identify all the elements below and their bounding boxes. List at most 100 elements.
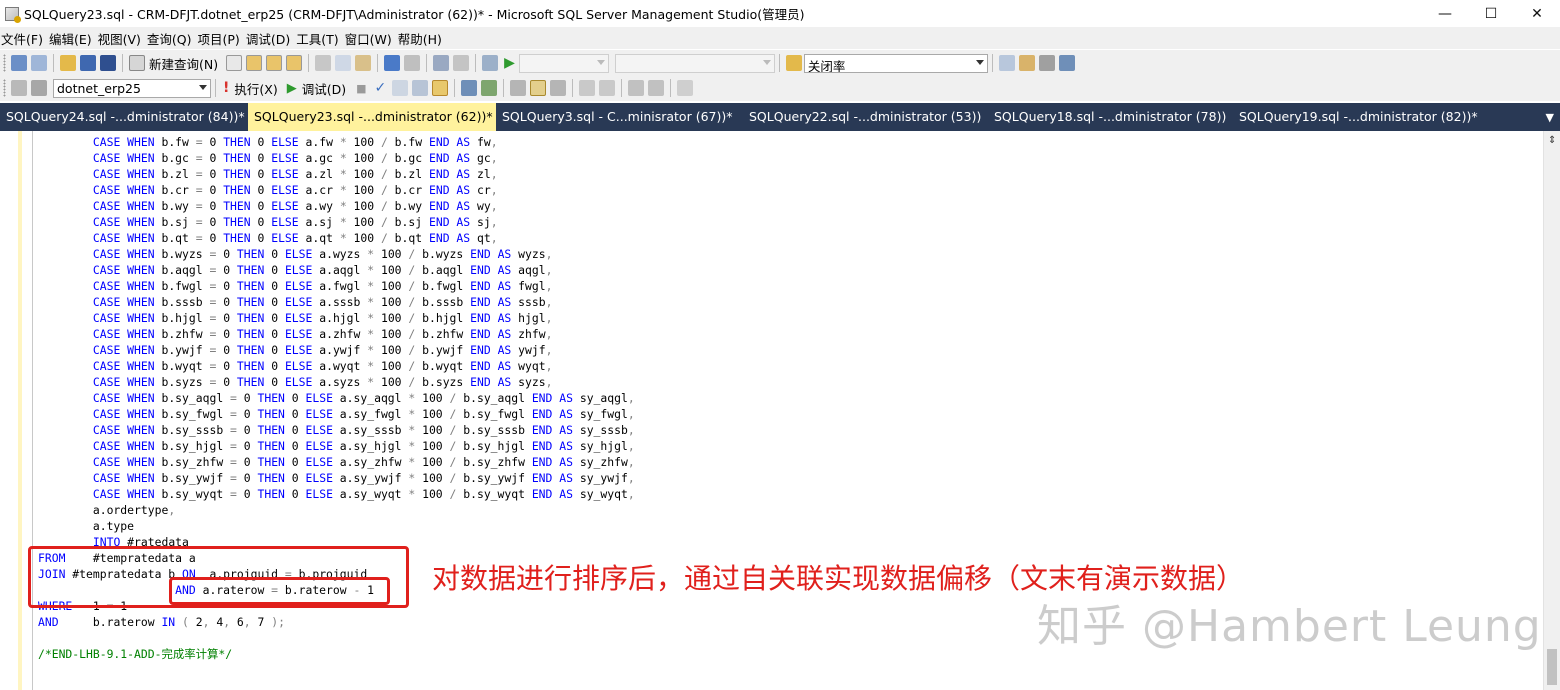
add-item-icon[interactable]	[31, 55, 47, 71]
save-all-icon[interactable]	[100, 55, 116, 71]
connect-icon[interactable]	[11, 80, 27, 96]
menu-edit[interactable]: 编辑(E)	[49, 29, 98, 48]
uncomment-icon[interactable]	[599, 80, 616, 96]
menu-debug[interactable]: 调试(D)	[246, 29, 296, 48]
comment-out-icon[interactable]	[579, 80, 596, 96]
minimize-button[interactable]: —	[1422, 0, 1468, 27]
tab-sqlquery22[interactable]: SQLQuery22.sql -...dministrator (53))	[743, 103, 988, 131]
code-line[interactable]: AND b.raterow IN ( 2, 4, 6, 7 );	[38, 614, 635, 630]
menu-window[interactable]: 窗口(W)	[345, 29, 398, 48]
results-grid-icon[interactable]	[530, 80, 547, 96]
increase-indent-icon[interactable]	[648, 80, 665, 96]
results-to-grid-icon[interactable]	[432, 80, 449, 96]
specify-template-values-icon[interactable]	[677, 80, 694, 96]
new-project-icon[interactable]	[11, 55, 27, 71]
code-line[interactable]: a.ordertype,	[38, 502, 635, 518]
code-line[interactable]: CASE WHEN b.zl = 0 THEN 0 ELSE a.zl * 10…	[38, 166, 635, 182]
include-actual-plan-icon[interactable]	[461, 80, 478, 96]
menu-view[interactable]: 视图(V)	[98, 29, 147, 48]
query-designer-icon[interactable]	[412, 80, 429, 96]
scrollbar-thumb[interactable]	[1547, 649, 1557, 685]
code-line[interactable]: CASE WHEN b.cr = 0 THEN 0 ELSE a.cr * 10…	[38, 182, 635, 198]
menu-file[interactable]: 文件(F)	[0, 29, 49, 48]
menu-project[interactable]: 项目(P)	[198, 29, 246, 48]
redo-icon[interactable]	[404, 55, 421, 71]
cancel-query-icon[interactable]: ■	[356, 82, 366, 95]
tab-sqlquery3[interactable]: SQLQuery3.sql - C...minisrator (67))*	[496, 103, 743, 131]
change-connection-icon[interactable]	[31, 80, 47, 96]
cut-icon[interactable]	[315, 55, 332, 71]
undo-icon[interactable]	[384, 55, 401, 71]
maximize-button[interactable]: ☐	[1468, 0, 1514, 27]
available-databases-combo[interactable]: dotnet_erp25	[53, 78, 211, 98]
solution-explorer-icon[interactable]	[482, 55, 499, 71]
new-query-icon[interactable]	[129, 55, 145, 71]
code-line[interactable]: CASE WHEN b.sy_wyqt = 0 THEN 0 ELSE a.sy…	[38, 486, 635, 502]
split-handle-icon[interactable]: ⇕	[1548, 135, 1556, 146]
tab-sqlquery19[interactable]: SQLQuery19.sql -...dministrator (82))*	[1233, 103, 1523, 131]
analysis-dmx-query-icon[interactable]	[266, 55, 283, 71]
find-in-files-icon[interactable]	[785, 55, 802, 71]
solution-config-combo[interactable]	[518, 53, 609, 73]
menu-help[interactable]: 帮助(H)	[398, 29, 448, 48]
registered-servers-icon[interactable]	[998, 55, 1015, 71]
code-line[interactable]: CASE WHEN b.syzs = 0 THEN 0 ELSE a.syzs …	[38, 374, 635, 390]
results-to-file-icon[interactable]	[550, 80, 567, 96]
code-line[interactable]: CASE WHEN b.sy_aqgl = 0 THEN 0 ELSE a.sy…	[38, 390, 635, 406]
analysis-mdx-query-icon[interactable]	[246, 55, 263, 71]
code-line[interactable]: CASE WHEN b.wyzs = 0 THEN 0 ELSE a.wyzs …	[38, 246, 635, 262]
object-explorer-icon[interactable]	[1018, 55, 1035, 71]
code-line[interactable]: CASE WHEN b.sj = 0 THEN 0 ELSE a.sj * 10…	[38, 214, 635, 230]
database-engine-query-icon[interactable]	[226, 55, 243, 71]
vertical-scrollbar[interactable]: ⇕	[1543, 131, 1560, 690]
code-line[interactable]: CASE WHEN b.zhfw = 0 THEN 0 ELSE a.zhfw …	[38, 326, 635, 342]
code-line[interactable]: CASE WHEN b.wyqt = 0 THEN 0 ELSE a.wyqt …	[38, 358, 635, 374]
debug-start-icon[interactable]: ▶	[287, 81, 297, 96]
analysis-xmla-query-icon[interactable]	[286, 55, 303, 71]
solution-platform-combo[interactable]	[614, 53, 775, 73]
code-line[interactable]: CASE WHEN b.hjgl = 0 THEN 0 ELSE a.hjgl …	[38, 310, 635, 326]
tab-overflow-icon[interactable]: ▼	[1546, 111, 1554, 124]
copy-icon[interactable]	[335, 55, 352, 71]
code-line[interactable]: a.type	[38, 518, 635, 534]
code-line[interactable]: CASE WHEN b.wy = 0 THEN 0 ELSE a.wy * 10…	[38, 198, 635, 214]
properties-icon[interactable]	[1038, 55, 1055, 71]
code-line[interactable]: CASE WHEN b.sy_fwgl = 0 THEN 0 ELSE a.sy…	[38, 406, 635, 422]
code-line[interactable]: CASE WHEN b.aqgl = 0 THEN 0 ELSE a.aqgl …	[38, 262, 635, 278]
open-folder-icon[interactable]	[60, 55, 76, 71]
code-line[interactable]: CASE WHEN b.sy_ywjf = 0 THEN 0 ELSE a.sy…	[38, 470, 635, 486]
code-line[interactable]: CASE WHEN b.ywjf = 0 THEN 0 ELSE a.ywjf …	[38, 342, 635, 358]
save-icon[interactable]	[80, 55, 96, 71]
menu-tools[interactable]: 工具(T)	[296, 29, 344, 48]
execute-icon[interactable]: !	[223, 80, 229, 96]
new-query-button[interactable]: 新建查询(N)	[149, 54, 218, 73]
tab-sqlquery24[interactable]: SQLQuery24.sql -...dministrator (84))*	[0, 103, 248, 131]
parse-icon[interactable]: ✓	[375, 80, 387, 96]
include-client-statistics-icon[interactable]	[481, 80, 498, 96]
code-line[interactable]: CASE WHEN b.gc = 0 THEN 0 ELSE a.gc * 10…	[38, 150, 635, 166]
close-button[interactable]: ✕	[1514, 0, 1560, 27]
code-line[interactable]: CASE WHEN b.fwgl = 0 THEN 0 ELSE a.fwgl …	[38, 278, 635, 294]
code-line[interactable]: CASE WHEN b.fw = 0 THEN 0 ELSE a.fw * 10…	[38, 134, 635, 150]
code-line[interactable]: CASE WHEN b.sy_hjgl = 0 THEN 0 ELSE a.sy…	[38, 438, 635, 454]
display-estimated-plan-icon[interactable]	[392, 80, 409, 96]
toolbox-icon[interactable]	[1058, 55, 1075, 71]
results-to-text-icon[interactable]	[510, 80, 527, 96]
paste-icon[interactable]	[355, 55, 372, 71]
code-line[interactable]	[38, 630, 635, 646]
code-line[interactable]: CASE WHEN b.sssb = 0 THEN 0 ELSE a.sssb …	[38, 294, 635, 310]
menu-query[interactable]: 查询(Q)	[147, 29, 198, 48]
tab-sqlquery18[interactable]: SQLQuery18.sql -...dministrator (78))	[988, 103, 1233, 131]
navigate-backward-icon[interactable]	[433, 55, 450, 71]
code-line[interactable]: CASE WHEN b.sy_sssb = 0 THEN 0 ELSE a.sy…	[38, 422, 635, 438]
tab-sqlquery23[interactable]: SQLQuery23.sql -...dministrator (62))*	[248, 103, 496, 131]
find-combo[interactable]: 关闭率	[803, 53, 988, 73]
code-line[interactable]: /*END-LHB-9.1-ADD-完成率计算*/	[38, 646, 635, 662]
decrease-indent-icon[interactable]	[628, 80, 645, 96]
execute-button[interactable]: 执行(X)	[234, 79, 277, 98]
code-line[interactable]: CASE WHEN b.sy_zhfw = 0 THEN 0 ELSE a.sy…	[38, 454, 635, 470]
code-line[interactable]: CASE WHEN b.qt = 0 THEN 0 ELSE a.qt * 10…	[38, 230, 635, 246]
navigate-forward-icon[interactable]	[453, 55, 470, 71]
debug-button[interactable]: 调试(D)	[302, 79, 346, 98]
start-icon[interactable]: ▶	[504, 55, 515, 71]
